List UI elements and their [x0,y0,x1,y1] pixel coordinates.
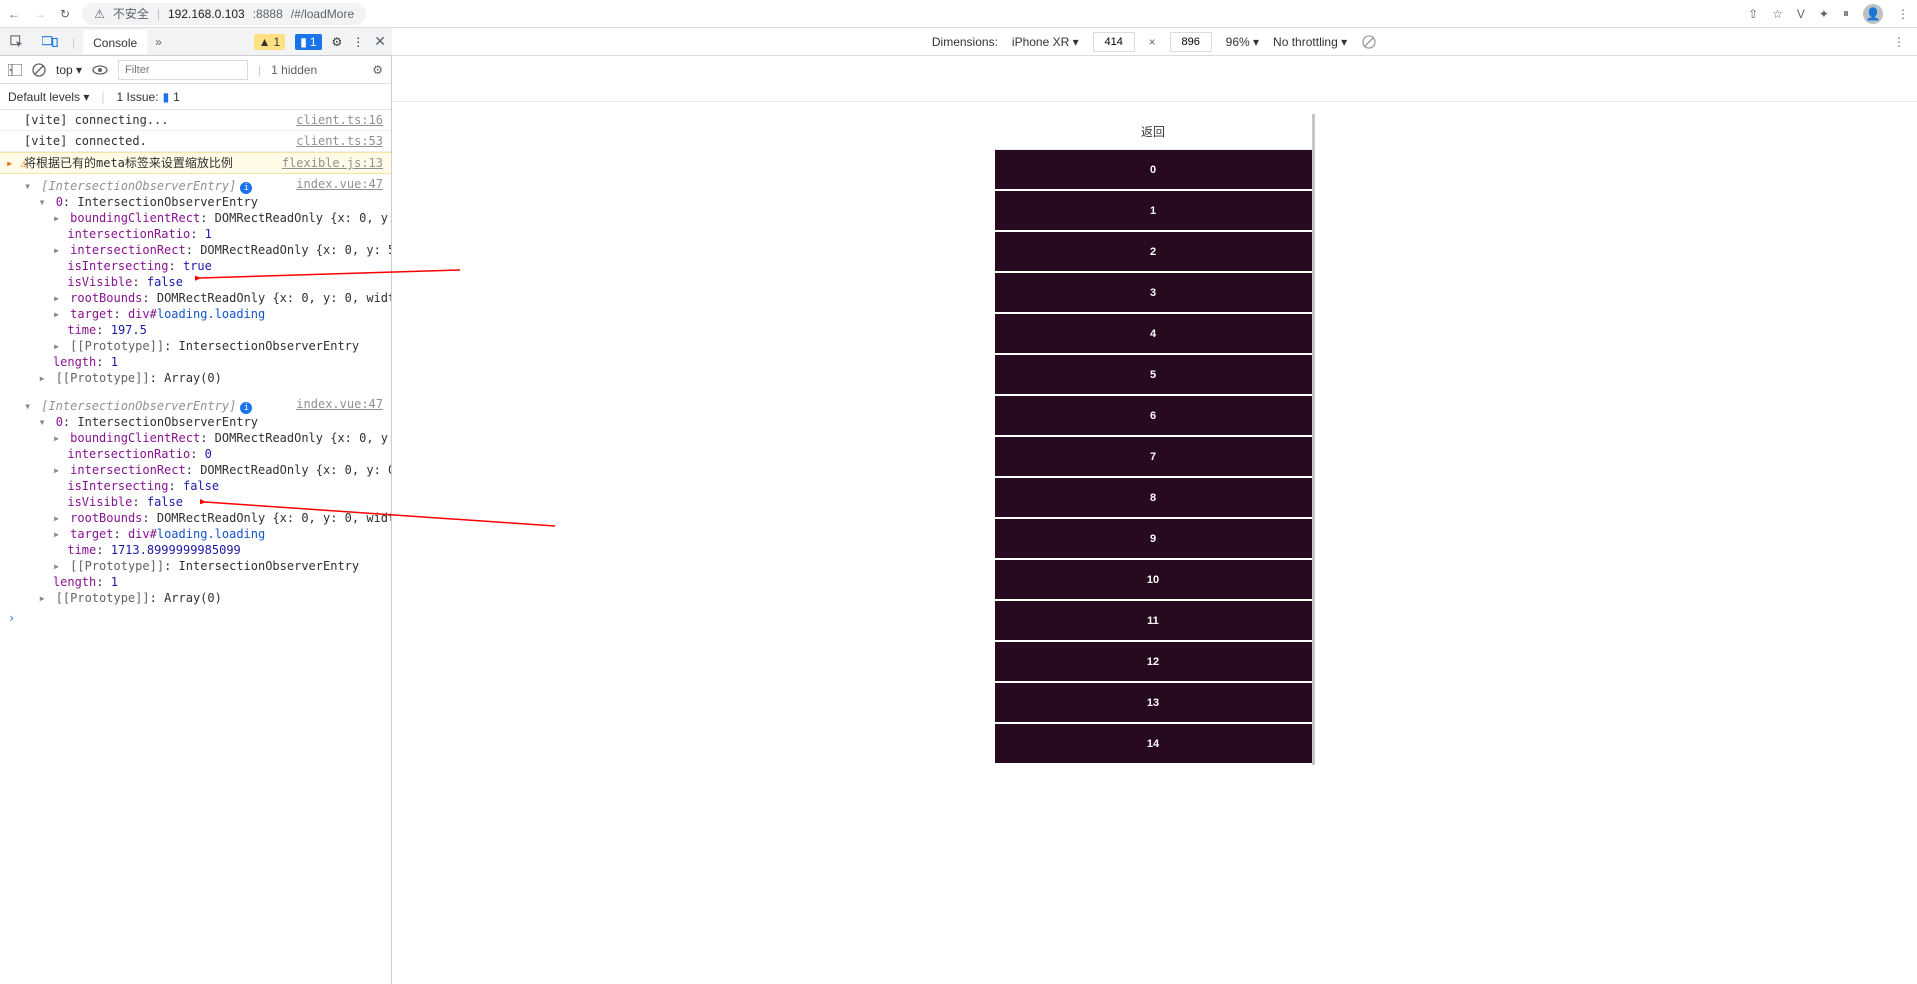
source-link[interactable]: client.ts:53 [296,133,383,149]
forward-icon[interactable]: → [34,7,46,21]
list-item[interactable]: 4 [995,314,1312,355]
list-item[interactable]: 1 [995,191,1312,232]
console-toolbar: top ▾ | 1 hidden ⚙ [0,56,391,84]
warnings-badge[interactable]: ▲ 1 [254,34,286,50]
log-message[interactable]: [vite] connecting... client.ts:16 [0,110,391,131]
list-item[interactable]: 7 [995,437,1312,478]
source-link[interactable]: index.vue:47 [296,396,383,412]
device-toolbar: Dimensions: iPhone XR ▾ × 96% ▾ No throt… [392,28,1917,56]
info-icon[interactable]: i [240,182,252,194]
list-item[interactable]: 6 [995,396,1312,437]
url-path: /#/loadMore [291,7,354,21]
app-back-button[interactable]: 返回 [995,114,1312,150]
zoom-selector[interactable]: 96% ▾ [1226,35,1259,49]
clear-console-icon[interactable] [32,63,46,77]
list-item[interactable]: 0 [995,150,1312,191]
ruler [392,84,1917,102]
log-object[interactable]: index.vue:47 [0,394,391,398]
dimensions-label: Dimensions: [932,35,998,49]
device-selector[interactable]: iPhone XR ▾ [1012,35,1079,49]
list-item[interactable]: 2 [995,232,1312,273]
list-item[interactable]: 5 [995,355,1312,396]
insecure-icon: ⚠ [94,7,105,21]
address-bar[interactable]: ⚠ 不安全 | 192.168.0.103:8888/#/loadMore [82,3,366,25]
object-tree[interactable]: [IntersectionObserverEntry]i 0: Intersec… [0,178,391,388]
device-kebab-icon[interactable]: ⋮ [1893,35,1905,49]
inspect-icon[interactable] [6,33,28,51]
list-item[interactable]: 13 [995,683,1312,724]
device-viewport[interactable]: 返回 01234567891011121314 [995,114,1315,765]
console-prompt[interactable]: › [0,608,391,628]
extensions-icon[interactable]: ✦ [1819,7,1829,21]
rotate-icon[interactable] [1361,34,1377,50]
log-message[interactable]: [vite] connected. client.ts:53 [0,131,391,152]
throttling-selector[interactable]: No throttling ▾ [1273,35,1347,49]
list-item[interactable]: 12 [995,642,1312,683]
source-link[interactable]: index.vue:47 [296,176,383,192]
console-output: [vite] connecting... client.ts:16 [vite]… [0,110,391,984]
info-icon[interactable]: i [240,402,252,414]
device-toggle-icon[interactable] [38,33,62,51]
levels-bar: Default levels ▾ | 1 Issue: ▮1 [0,84,391,110]
levels-selector[interactable]: Default levels ▾ [8,90,89,104]
device-preview: 返回 01234567891011121314 [392,56,1917,984]
source-link[interactable]: flexible.js:13 [282,155,383,171]
console-settings-icon[interactable]: ⚙ [372,63,383,77]
list-item[interactable]: 9 [995,519,1312,560]
list-item[interactable]: 14 [995,724,1312,765]
reload-icon[interactable]: ↻ [60,7,70,21]
object-tree[interactable]: [IntersectionObserverEntry]i 0: Intersec… [0,398,391,608]
tab-console[interactable]: Console [83,30,147,54]
devtools-panel: top ▾ | 1 hidden ⚙ Default levels ▾ | 1 … [0,56,392,984]
settings-icon[interactable]: ⚙ [332,35,343,49]
source-link[interactable]: client.ts:16 [296,112,383,128]
warning-icon: ▸ ⚠ [6,155,28,171]
list-item[interactable]: 3 [995,273,1312,314]
live-expression-icon[interactable] [92,64,108,76]
times-icon: × [1149,35,1156,49]
hidden-count: 1 hidden [271,63,317,77]
devtools-tabbar: | Console » ▲ 1 ▮ 1 ⚙ ⋮ ✕ [0,28,392,56]
console-sidebar-icon[interactable] [8,64,22,76]
pause-icon[interactable]: ⏸ [1843,6,1849,21]
list-item[interactable]: 8 [995,478,1312,519]
filter-input[interactable] [118,60,248,80]
context-selector[interactable]: top ▾ [56,63,82,77]
v-icon[interactable]: V [1797,7,1805,21]
messages-badge[interactable]: ▮ 1 [295,34,321,50]
issues-link[interactable]: 1 Issue: ▮1 [117,90,180,104]
close-devtools-icon[interactable]: ✕ [374,33,386,50]
share-icon[interactable]: ⇧ [1748,7,1758,21]
list-item[interactable]: 11 [995,601,1312,642]
log-warning[interactable]: ▸ ⚠ 将根据已有的meta标签来设置缩放比例 flexible.js:13 [0,152,391,174]
height-input[interactable] [1170,32,1212,52]
log-object[interactable]: index.vue:47 [0,174,391,178]
kebab-icon[interactable]: ⋮ [352,35,364,49]
url-host: 192.168.0.103 [168,7,245,21]
width-input[interactable] [1093,32,1135,52]
security-label: 不安全 [113,5,149,22]
url-port: :8888 [253,7,283,21]
back-icon[interactable]: ← [8,7,20,21]
profile-avatar[interactable]: 👤 [1863,4,1883,24]
tabs-overflow-icon[interactable]: » [155,35,162,49]
menu-icon[interactable]: ⋮ [1897,7,1909,21]
list-item[interactable]: 10 [995,560,1312,601]
browser-toolbar: ← → ↻ ⚠ 不安全 | 192.168.0.103:8888/#/loadM… [0,0,1917,28]
bookmark-icon[interactable]: ☆ [1772,7,1783,21]
